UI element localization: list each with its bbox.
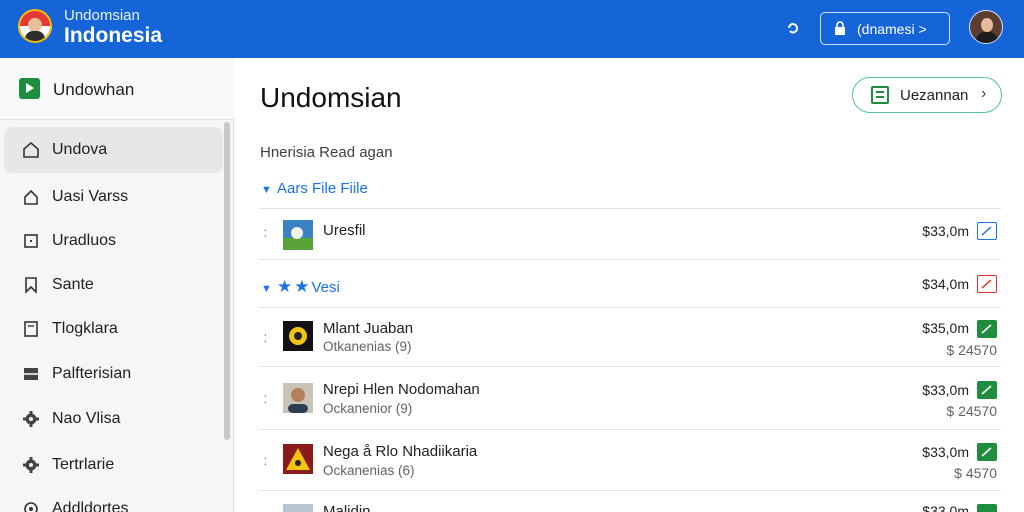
- landscape-thumb: [283, 220, 313, 250]
- sidebar-header-label: Undowhan: [53, 80, 135, 99]
- sync-icon[interactable]: [784, 18, 802, 38]
- page-title: Undomsian: [260, 82, 402, 113]
- sheet-action-button[interactable]: Uezannan ›: [852, 77, 1002, 113]
- sidebar-item-label: Addldortes: [52, 500, 129, 512]
- target-icon: [22, 500, 40, 512]
- row-amount: $33,0m: [922, 503, 969, 512]
- divider: [259, 307, 1001, 308]
- sidebar-item-tlogklara[interactable]: Tlogklara: [4, 306, 223, 352]
- row-menu-icon[interactable]: · ·: [263, 327, 268, 347]
- sidebar-item-nao-vlisa[interactable]: Nao Vlisa: [4, 396, 223, 442]
- user-avatar[interactable]: [969, 10, 1003, 44]
- row-amount-secondary: $ 24570: [946, 342, 997, 358]
- sidebar-item-label: Tlogklara: [52, 320, 118, 337]
- star-icon: ★: [294, 277, 310, 296]
- edit-icon[interactable]: [977, 275, 997, 293]
- row-menu-icon[interactable]: · ·: [263, 388, 268, 408]
- sidebar-item-label: Tertrlarie: [52, 456, 115, 473]
- gear-icon: [22, 456, 40, 474]
- sidebar-item-sante[interactable]: Sante: [4, 262, 223, 308]
- brand-subtitle: Undomsian: [64, 7, 140, 24]
- section-label: Vesi: [311, 279, 340, 296]
- sheet-action-label: Uezannan: [900, 87, 969, 104]
- row-amount: $33,0m: [922, 444, 969, 460]
- row-menu-icon[interactable]: · ·: [263, 222, 268, 242]
- edit-icon[interactable]: [977, 443, 997, 461]
- sidebar-header[interactable]: Undowhan: [0, 58, 234, 120]
- row-title[interactable]: Malidin: [323, 503, 371, 512]
- sidebar-item-uradluos[interactable]: Uradluos: [4, 218, 223, 264]
- main-content: Undomsian Uezannan › Hnerisia Read agan …: [235, 58, 1024, 512]
- sidebar-item-label: Sante: [52, 276, 94, 293]
- coin-thumb: [283, 321, 313, 351]
- bookmark-icon: [22, 276, 40, 294]
- sidebar-item-tertrlarie[interactable]: Tertrlarie: [4, 442, 223, 488]
- section-header-files[interactable]: ▼ Aars File Fiile: [261, 180, 368, 197]
- chevron-down-icon: ▼: [261, 283, 272, 295]
- divider: [259, 429, 1001, 430]
- sidebar: Undowhan Undova Uasi Varss Uradluos Sant…: [0, 58, 234, 512]
- home-icon: [22, 141, 40, 159]
- portrait-thumb: [283, 383, 313, 413]
- row-amount: $33,0m: [922, 382, 969, 398]
- chevron-down-icon: ▼: [261, 184, 272, 196]
- sidebar-item-label: Uradluos: [52, 232, 117, 249]
- row-amount-secondary: $ 24570: [946, 403, 997, 419]
- sidebar-item-label: Palfterisian: [52, 365, 132, 382]
- sidebar-scrollbar[interactable]: [224, 122, 230, 440]
- sidebar-item-label: Undova: [52, 141, 108, 158]
- row-title[interactable]: Mlant Juaban: [323, 320, 413, 337]
- document-icon: [22, 320, 40, 338]
- row-amount-secondary: $ 4570: [954, 465, 997, 481]
- edit-icon[interactable]: [977, 222, 997, 240]
- app-play-icon: [19, 78, 40, 99]
- sidebar-item-uasi-varss[interactable]: Uasi Varss: [4, 174, 223, 220]
- row-amount: $33,0m: [922, 223, 969, 239]
- divider: [259, 208, 1001, 209]
- edit-icon[interactable]: [977, 504, 997, 512]
- chevron-right-icon: ›: [981, 85, 987, 102]
- brand-title: Indonesia: [64, 24, 163, 47]
- star-icon: ★: [277, 277, 293, 296]
- photo-thumb: [283, 504, 313, 512]
- sidebar-item-undova[interactable]: Undova: [4, 127, 223, 173]
- spreadsheet-icon: [871, 86, 889, 104]
- row-amount: $35,0m: [922, 320, 969, 336]
- row-menu-icon[interactable]: · ·: [263, 450, 268, 470]
- row-title[interactable]: Uresfil: [323, 222, 366, 239]
- indonesia-logo-icon[interactable]: [18, 9, 52, 43]
- section-label: Aars File Fiile: [277, 180, 368, 197]
- sidebar-item-label: Uasi Varss: [52, 188, 129, 205]
- divider: [259, 490, 1001, 491]
- row-subtitle: Otkanenias (9): [323, 339, 412, 354]
- row-title[interactable]: Nrepi Hlen Nodomahan: [323, 381, 480, 398]
- edit-icon[interactable]: [977, 320, 997, 338]
- row-subtitle: Ockanenior (9): [323, 401, 413, 416]
- emblem-thumb: [283, 444, 313, 474]
- sidebar-item-palfterisian[interactable]: Palfterisian: [4, 351, 223, 397]
- grid-icon: [22, 365, 40, 383]
- divider: [259, 259, 1001, 260]
- row-subtitle: Ockanenias (6): [323, 463, 415, 478]
- row-title[interactable]: Nega å Rlo Nhadiikaria: [323, 443, 477, 460]
- section-amount: $34,0m: [922, 276, 969, 292]
- lock-icon: [833, 21, 847, 35]
- divider: [259, 366, 1001, 367]
- region-button[interactable]: (dnamesi >: [820, 12, 950, 45]
- page-subtitle: Hnerisia Read agan: [260, 144, 393, 161]
- section-header-vesi[interactable]: ▼ ★ ★ Vesi: [261, 277, 340, 297]
- edit-icon[interactable]: [977, 381, 997, 399]
- home-outline-icon: [22, 188, 40, 206]
- region-button-label: (dnamesi >: [857, 21, 927, 37]
- gear-icon: [22, 410, 40, 428]
- square-icon: [22, 232, 40, 250]
- top-app-bar: Undomsian Indonesia (dnamesi >: [0, 0, 1024, 58]
- sidebar-item-addldortes[interactable]: Addldortes: [4, 486, 223, 512]
- sidebar-item-label: Nao Vlisa: [52, 410, 121, 427]
